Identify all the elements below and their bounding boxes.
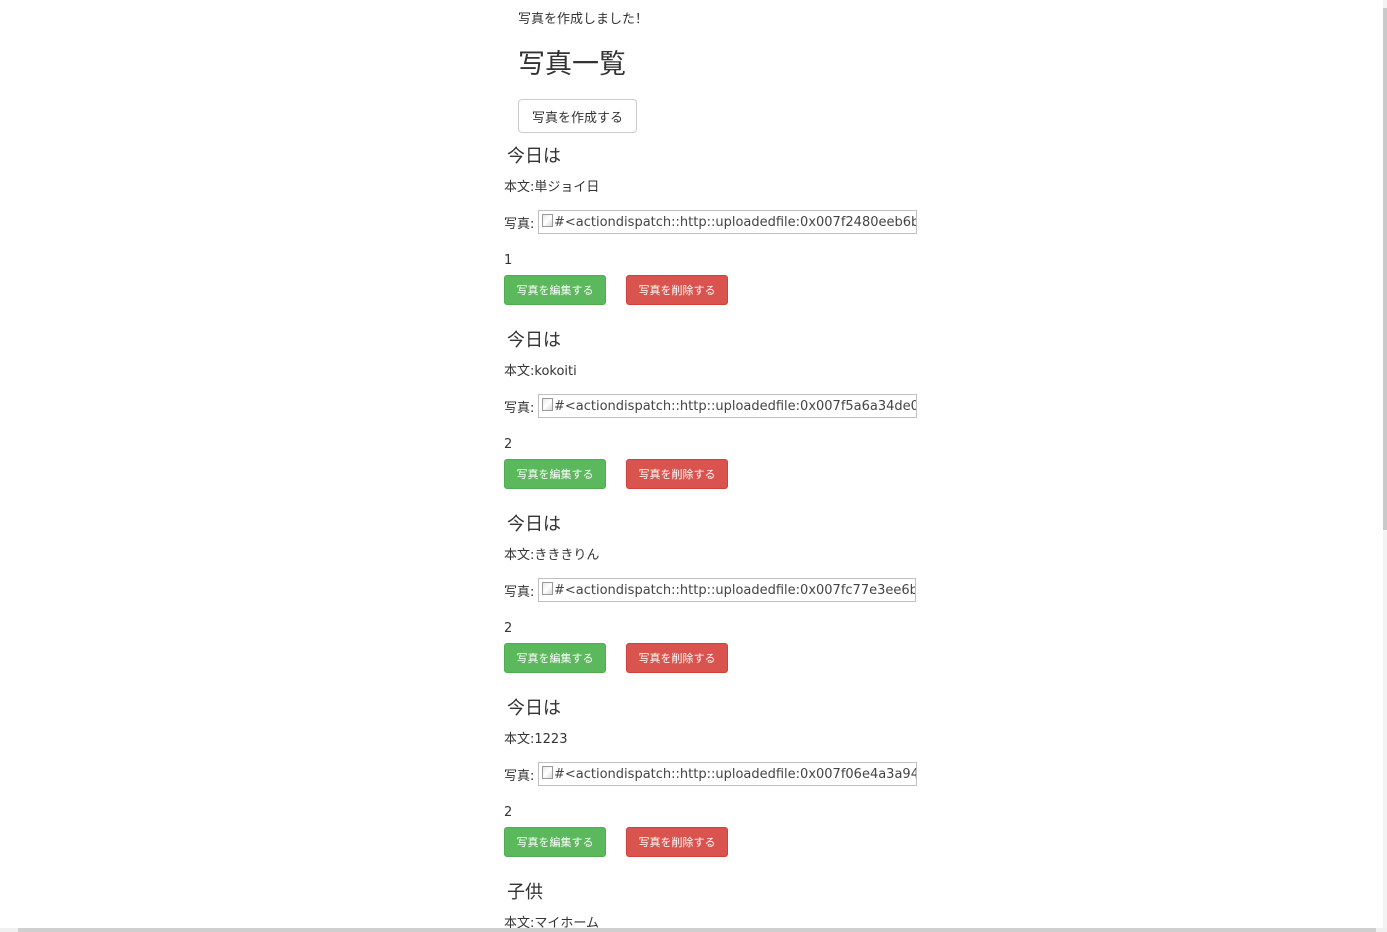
image-alt-text: #<actiondispatch::http::uploadedfile:0x0… — [554, 215, 917, 230]
photo-post: 今日は 本文:kokoiti 写真: #<actiondispatch::htt… — [504, 326, 924, 510]
post-photo-image: #<actiondispatch::http::uploadedfile:0x0… — [538, 394, 917, 418]
edit-photo-button[interactable]: 写真を編集する — [504, 643, 606, 673]
photo-post: 今日は 本文:単ジョイ日 写真: #<actiondispatch::http:… — [504, 142, 924, 326]
broken-image-icon — [542, 766, 553, 779]
image-alt-text: #<actiondispatch::http::uploadedfile:0x0… — [554, 767, 917, 782]
post-photo-image: #<actiondispatch::http::uploadedfile:0x0… — [538, 762, 917, 786]
photo-post: 子供 本文:マイホーム — [504, 878, 924, 928]
post-body: 本文:1223 — [504, 732, 568, 747]
image-alt-text: #<actiondispatch::http::uploadedfile:0x0… — [554, 583, 916, 598]
page-viewport: 写真を作成しました！ 写真一覧 写真を作成する 今日は 本文:単ジョイ日 写真:… — [0, 0, 1387, 932]
photo-label: 写真: — [504, 769, 535, 784]
photo-post: 今日は 本文:きききりん 写真: #<actiondispatch::http:… — [504, 510, 924, 694]
post-photo-image: #<actiondispatch::http::uploadedfile:0x0… — [538, 578, 916, 602]
post-title: 今日は — [507, 146, 561, 167]
create-photo-button[interactable]: 写真を作成する — [518, 99, 637, 133]
vertical-scrollbar[interactable] — [1383, 0, 1387, 928]
flash-notice: 写真を作成しました！ — [518, 12, 649, 27]
delete-photo-button[interactable]: 写真を削除する — [626, 827, 728, 857]
page-title: 写真一覧 — [518, 49, 626, 80]
post-title: 今日は — [507, 698, 561, 719]
post-count: 2 — [504, 805, 513, 820]
photo-label: 写真: — [504, 217, 535, 232]
post-title: 今日は — [507, 514, 561, 535]
photo-label: 写真: — [504, 401, 535, 416]
horizontal-scrollbar[interactable] — [0, 928, 1387, 932]
post-body: 本文:kokoiti — [504, 364, 577, 379]
broken-image-icon — [542, 398, 553, 411]
edit-photo-button[interactable]: 写真を編集する — [504, 459, 606, 489]
image-alt-text: #<actiondispatch::http::uploadedfile:0x0… — [554, 399, 917, 414]
post-body: 本文:マイホーム — [504, 916, 599, 928]
vertical-scrollbar-thumb[interactable] — [1383, 8, 1387, 530]
photo-label: 写真: — [504, 585, 535, 600]
delete-photo-button[interactable]: 写真を削除する — [626, 459, 728, 489]
edit-photo-button[interactable]: 写真を編集する — [504, 275, 606, 305]
edit-photo-button[interactable]: 写真を編集する — [504, 827, 606, 857]
post-count: 1 — [504, 253, 513, 268]
delete-photo-button[interactable]: 写真を削除する — [626, 275, 728, 305]
delete-photo-button[interactable]: 写真を削除する — [626, 643, 728, 673]
post-body: 本文:きききりん — [504, 548, 600, 563]
post-body: 本文:単ジョイ日 — [504, 180, 600, 195]
broken-image-icon — [542, 214, 553, 227]
post-title: 今日は — [507, 330, 561, 351]
post-title: 子供 — [507, 882, 543, 903]
post-photo-image: #<actiondispatch::http::uploadedfile:0x0… — [538, 210, 917, 234]
horizontal-scrollbar-thumb[interactable] — [18, 928, 1376, 932]
post-count: 2 — [504, 437, 513, 452]
post-count: 2 — [504, 621, 513, 636]
broken-image-icon — [542, 582, 553, 595]
photo-post: 今日は 本文:1223 写真: #<actiondispatch::http::… — [504, 694, 924, 878]
